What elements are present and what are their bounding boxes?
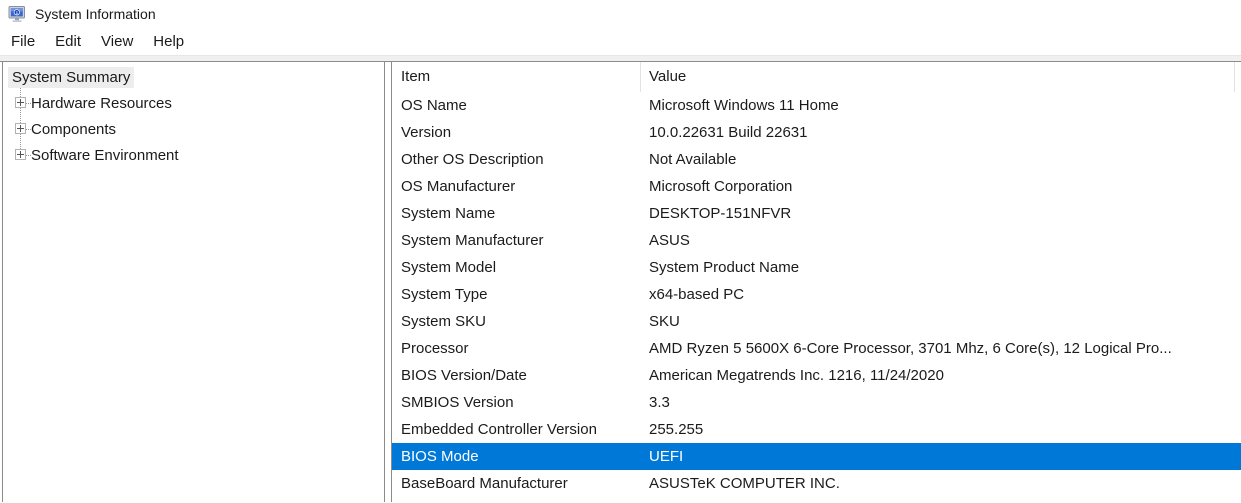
tree-item-label: Hardware Resources	[31, 95, 172, 112]
category-tree: System Summary Hardware Resources Componen…	[3, 62, 384, 168]
menu-edit[interactable]: Edit	[45, 30, 91, 53]
value-cell: ASUS	[641, 227, 1241, 254]
tree-item-hardware-resources[interactable]: Hardware Resources	[3, 90, 384, 116]
tree-item-label: System Summary	[8, 67, 134, 88]
value-cell: x64-based PC	[641, 281, 1241, 308]
item-cell: System Type	[392, 281, 641, 308]
item-cell: OS Manufacturer	[392, 173, 641, 200]
table-row-processor[interactable]: ProcessorAMD Ryzen 5 5600X 6-Core Proces…	[392, 335, 1241, 362]
item-cell: Embedded Controller Version	[392, 416, 641, 443]
tree-item-system-summary[interactable]: System Summary	[3, 64, 384, 90]
value-cell: 10.0.22631 Build 22631	[641, 119, 1241, 146]
content-area: System Summary Hardware Resources Componen…	[0, 61, 1241, 502]
value-cell: Not Available	[641, 146, 1241, 173]
menu-file[interactable]: File	[1, 30, 45, 53]
item-cell: System SKU	[392, 308, 641, 335]
table-row-system-sku[interactable]: System SKUSKU	[392, 308, 1241, 335]
table-row-system-type[interactable]: System Typex64-based PC	[392, 281, 1241, 308]
value-cell: DESKTOP-151NFVR	[641, 200, 1241, 227]
item-cell: System Name	[392, 200, 641, 227]
value-cell: 3.3	[641, 389, 1241, 416]
expand-plus-icon[interactable]	[15, 123, 26, 134]
table-row-other-os-description[interactable]: Other OS DescriptionNot Available	[392, 146, 1241, 173]
title-bar: System Information	[0, 0, 1241, 28]
value-cell: American Megatrends Inc. 1216, 11/24/202…	[641, 362, 1241, 389]
system-information-icon[interactable]	[8, 5, 27, 24]
table-row-system-model[interactable]: System ModelSystem Product Name	[392, 254, 1241, 281]
table-row-smbios-version[interactable]: SMBIOS Version3.3	[392, 389, 1241, 416]
window-title: System Information	[35, 6, 156, 22]
table-row-os-manufacturer[interactable]: OS ManufacturerMicrosoft Corporation	[392, 173, 1241, 200]
column-header-item[interactable]: Item	[392, 62, 641, 92]
table-row-version[interactable]: Version10.0.22631 Build 22631	[392, 119, 1241, 146]
value-cell: UEFI	[641, 443, 1241, 470]
expand-plus-icon[interactable]	[15, 97, 26, 108]
item-cell: Processor	[392, 335, 641, 362]
column-header-value[interactable]: Value	[641, 62, 1235, 92]
tree-item-label: Components	[31, 121, 116, 138]
item-cell: System Model	[392, 254, 641, 281]
menu-view[interactable]: View	[91, 30, 143, 53]
tree-item-label: Software Environment	[31, 147, 179, 164]
table-row-bios-version-date[interactable]: BIOS Version/DateAmerican Megatrends Inc…	[392, 362, 1241, 389]
item-cell: Other OS Description	[392, 146, 641, 173]
item-cell: BaseBoard Manufacturer	[392, 470, 641, 497]
item-cell: SMBIOS Version	[392, 389, 641, 416]
details-rows: OS NameMicrosoft Windows 11 HomeVersion1…	[392, 92, 1241, 497]
value-cell: AMD Ryzen 5 5600X 6-Core Processor, 3701…	[641, 335, 1241, 362]
menu-help[interactable]: Help	[143, 30, 194, 53]
value-cell: System Product Name	[641, 254, 1241, 281]
item-cell: Version	[392, 119, 641, 146]
tree-item-components[interactable]: Components	[3, 116, 384, 142]
item-cell: OS Name	[392, 92, 641, 119]
details-panel: Item Value OS NameMicrosoft Windows 11 H…	[391, 62, 1241, 502]
table-row-system-name[interactable]: System NameDESKTOP-151NFVR	[392, 200, 1241, 227]
value-cell: ASUSTeK COMPUTER INC.	[641, 470, 1241, 497]
item-cell: BIOS Mode	[392, 443, 641, 470]
expand-plus-icon[interactable]	[15, 149, 26, 160]
table-row-baseboard-manufacturer[interactable]: BaseBoard ManufacturerASUSTeK COMPUTER I…	[392, 470, 1241, 497]
value-cell: 255.255	[641, 416, 1241, 443]
menu-bar: FileEditViewHelp	[0, 28, 1241, 55]
category-tree-panel: System Summary Hardware Resources Componen…	[2, 62, 385, 502]
table-row-system-manufacturer[interactable]: System ManufacturerASUS	[392, 227, 1241, 254]
table-row-bios-mode[interactable]: BIOS ModeUEFI	[392, 443, 1241, 470]
table-row-os-name[interactable]: OS NameMicrosoft Windows 11 Home	[392, 92, 1241, 119]
value-cell: Microsoft Windows 11 Home	[641, 92, 1241, 119]
table-row-embedded-controller-version[interactable]: Embedded Controller Version255.255	[392, 416, 1241, 443]
item-cell: System Manufacturer	[392, 227, 641, 254]
details-header: Item Value	[392, 62, 1241, 92]
value-cell: Microsoft Corporation	[641, 173, 1241, 200]
tree-item-software-environment[interactable]: Software Environment	[3, 142, 384, 168]
value-cell: SKU	[641, 308, 1241, 335]
item-cell: BIOS Version/Date	[392, 362, 641, 389]
